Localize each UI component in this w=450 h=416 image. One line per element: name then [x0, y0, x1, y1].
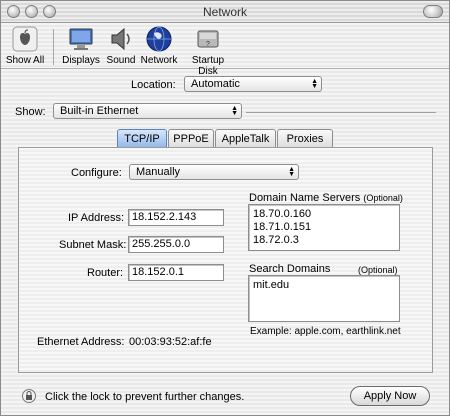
speaker-icon [111, 27, 130, 51]
configure-value: Manually [136, 166, 181, 178]
toolbar-label: Network [140, 55, 178, 66]
search-domains-label: Search Domains [249, 263, 331, 275]
window-title: Network [202, 5, 247, 19]
disk-icon: ? [197, 30, 219, 48]
search-domain-entry: mit.edu [253, 279, 290, 291]
ip-address-label: IP Address: [68, 212, 125, 224]
subnet-mask-field[interactable]: 255.255.0.0 [128, 236, 224, 253]
globe-icon [146, 26, 172, 52]
search-domains-optional: (Optional) [358, 265, 398, 275]
configure-popup[interactable]: Manually ▲ ▼ [129, 164, 299, 180]
tab-label: AppleTalk [221, 133, 270, 145]
tab-label: Proxies [286, 133, 324, 145]
toolbar-label: Show All [5, 55, 45, 66]
tab-proxies[interactable]: Proxies [277, 129, 333, 148]
network-window: Network Show All Displays Sound Network … [0, 0, 450, 416]
toolbar-sound[interactable]: Sound [103, 25, 139, 66]
ethernet-address-label: Ethernet Address: [37, 336, 125, 348]
tab-tcpip[interactable]: TCP/IP [117, 129, 167, 148]
toolbar-show-all[interactable]: Show All [5, 25, 45, 66]
toolbar-startup-disk[interactable]: ? Startup Disk [181, 25, 235, 77]
dns-entry: 18.71.0.151 [253, 221, 312, 233]
dns-label: Domain Name Servers (Optional) [249, 192, 403, 204]
example-text: Example: apple.com, earthlink.net [250, 326, 401, 337]
dns-optional: (Optional) [363, 193, 403, 203]
router-field[interactable]: 18.152.0.1 [128, 264, 224, 281]
tab-label: PPPoE [173, 133, 209, 145]
toolbar: Show All Displays Sound Network ? Startu… [1, 23, 449, 77]
apple-icon [12, 26, 38, 52]
dns-textarea[interactable]: 18.70.0.160 18.71.0.151 18.72.0.3 [248, 204, 400, 251]
dns-entry: 18.72.0.3 [253, 234, 299, 246]
toolbar-label: Sound [106, 55, 136, 66]
popup-arrows-icon: ▲ ▼ [311, 78, 318, 90]
show-popup[interactable]: Built-in Ethernet ▲ ▼ [53, 103, 242, 119]
tab-appletalk[interactable]: AppleTalk [215, 129, 276, 148]
subnet-mask-label: Subnet Mask: [59, 239, 127, 251]
show-label: Show: [15, 106, 46, 118]
apply-now-button[interactable]: Apply Now [350, 386, 430, 406]
divider [246, 112, 436, 113]
popup-arrows-icon: ▲ ▼ [231, 105, 238, 117]
lock-icon [26, 391, 32, 400]
ip-address-field[interactable]: 18.152.2.143 [128, 209, 224, 226]
location-label: Location: [131, 79, 176, 91]
search-domains-textarea[interactable]: mit.edu [248, 275, 400, 322]
toolbar-label: Displays [62, 55, 100, 66]
location-value: Automatic [191, 78, 240, 90]
configure-label: Configure: [71, 167, 122, 179]
location-popup[interactable]: Automatic ▲ ▼ [184, 76, 322, 92]
toolbar-network[interactable]: Network [139, 25, 179, 66]
tab-pppoe[interactable]: PPPoE [168, 129, 214, 148]
router-label: Router: [87, 267, 124, 279]
lock-button[interactable] [22, 389, 36, 403]
tab-label: TCP/IP [124, 133, 160, 145]
popup-arrows-icon: ▲ ▼ [288, 166, 295, 178]
display-icon [69, 28, 93, 50]
dns-label-text: Domain Name Servers [249, 192, 361, 204]
ethernet-address-value: 00:03:93:52:af:fe [129, 336, 212, 348]
lock-text: Click the lock to prevent further change… [45, 391, 245, 403]
show-value: Built-in Ethernet [60, 105, 139, 117]
toolbar-separator [53, 29, 54, 65]
toolbar-label: Startup Disk [191, 55, 225, 77]
toolbar-toggle-button[interactable] [423, 5, 443, 18]
toolbar-displays[interactable]: Displays [59, 25, 103, 66]
title-bar: Network [1, 1, 449, 23]
dns-entry: 18.70.0.160 [253, 208, 312, 220]
svg-text:?: ? [206, 41, 210, 48]
